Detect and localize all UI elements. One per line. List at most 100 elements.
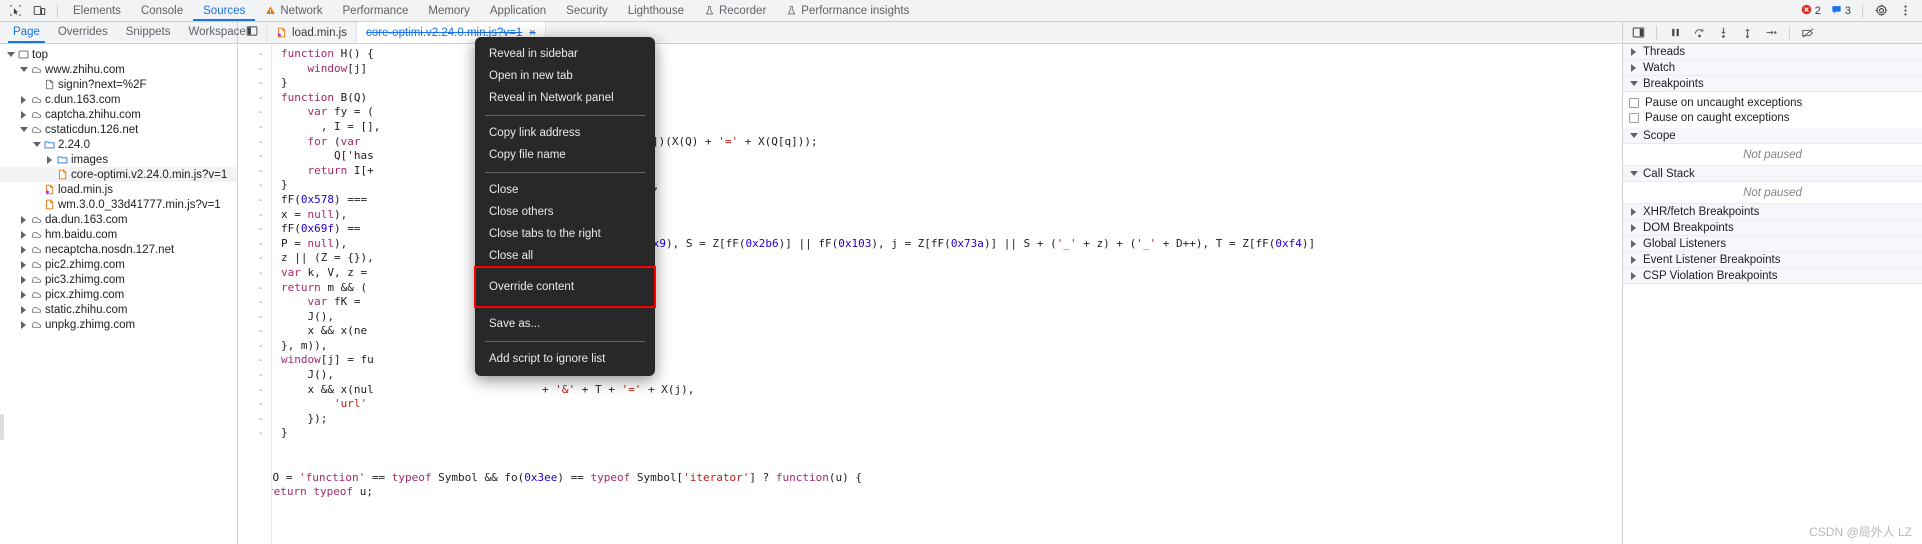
tree-item-pic3-zhimg-com[interactable]: pic3.zhimg.com <box>0 272 237 287</box>
chevron-right-icon[interactable] <box>19 305 28 314</box>
debugger-section-threads[interactable]: Threads <box>1623 44 1922 60</box>
navigator-tab-workspace[interactable]: Workspace <box>179 22 254 43</box>
debugger-section-scope[interactable]: Scope <box>1623 128 1922 144</box>
chevron-right-icon[interactable] <box>19 320 28 329</box>
tree-item-top[interactable]: top <box>0 47 237 62</box>
inspect-element-icon[interactable] <box>4 1 26 21</box>
chevron-right-icon[interactable] <box>19 275 28 284</box>
main-tab-console[interactable]: Console <box>131 0 193 21</box>
chevron-right-icon[interactable] <box>19 290 28 299</box>
gutter-line-marker[interactable]: - <box>238 324 271 339</box>
context-menu-item-copy-file-name[interactable]: Copy file name <box>475 144 655 166</box>
debugger-section-watch[interactable]: Watch <box>1623 60 1922 76</box>
gutter-line-marker[interactable]: - <box>238 397 271 412</box>
chevron-right-icon[interactable] <box>19 110 28 119</box>
main-tab-security[interactable]: Security <box>556 0 618 21</box>
chevron-down-icon[interactable] <box>19 125 28 134</box>
main-tab-sources[interactable]: Sources <box>193 0 256 21</box>
chevron-right-icon[interactable] <box>1629 47 1638 56</box>
tree-item-picx-zhimg-com[interactable]: picx.zhimg.com <box>0 287 237 302</box>
navigator-tab-overrides[interactable]: Overrides <box>49 22 117 43</box>
chevron-down-icon[interactable] <box>1629 131 1638 140</box>
tree-item-load-min-js[interactable]: load.min.js <box>0 182 237 197</box>
gutter-line-marker[interactable]: - <box>238 105 271 120</box>
context-menu-item-add-script-to-ignore-list[interactable]: Add script to ignore list <box>475 348 655 370</box>
gutter-line-marker[interactable]: - <box>238 412 271 427</box>
chevron-right-icon[interactable] <box>19 215 28 224</box>
navigator-tab-page[interactable]: Page <box>4 22 49 43</box>
debugger-section-breakpoints[interactable]: Breakpoints <box>1623 76 1922 92</box>
chevron-right-icon[interactable] <box>1629 207 1638 216</box>
tree-item-necaptcha-nosdn-127-net[interactable]: necaptcha.nosdn.127.net <box>0 242 237 257</box>
tree-item-captcha-zhihu-com[interactable]: captcha.zhihu.com <box>0 107 237 122</box>
tree-item-hm-baidu-com[interactable]: hm.baidu.com <box>0 227 237 242</box>
tree-item-2-24-0[interactable]: 2.24.0 <box>0 137 237 152</box>
chevron-right-icon[interactable] <box>19 95 28 104</box>
main-tab-recorder[interactable]: Recorder <box>694 0 776 21</box>
gutter-line-marker[interactable]: - <box>238 426 271 441</box>
gutter-line-marker[interactable]: - <box>238 120 271 135</box>
tree-item-unpkg-zhimg-com[interactable]: unpkg.zhimg.com <box>0 317 237 332</box>
main-tab-application[interactable]: Application <box>480 0 556 21</box>
gutter-line-marker[interactable]: - <box>238 295 271 310</box>
context-menu-item-copy-link-address[interactable]: Copy link address <box>475 122 655 144</box>
navigator-tab-snippets[interactable]: Snippets <box>117 22 180 43</box>
chevron-down-icon[interactable] <box>6 50 15 59</box>
debugger-section-dom-breakpoints[interactable]: DOM Breakpoints <box>1623 220 1922 236</box>
main-tab-performance[interactable]: Performance <box>333 0 419 21</box>
debugger-section-call-stack[interactable]: Call Stack <box>1623 166 1922 182</box>
chevron-right-icon[interactable] <box>45 155 54 164</box>
chevron-right-icon[interactable] <box>1629 63 1638 72</box>
scroll-nub[interactable] <box>0 414 4 440</box>
checkbox-row-0[interactable]: Pause on uncaught exceptions <box>1623 95 1922 110</box>
tree-item-da-dun-163-com[interactable]: da.dun.163.com <box>0 212 237 227</box>
tree-item-pic2-zhimg-com[interactable]: pic2.zhimg.com <box>0 257 237 272</box>
gutter-line-marker[interactable]: - <box>238 164 271 179</box>
gutter-line-marker[interactable]: - <box>238 47 271 62</box>
editor-tab-context-menu[interactable]: Reveal in sidebar Open in new tab Reveal i… <box>474 37 656 376</box>
main-tab-lighthouse[interactable]: Lighthouse <box>618 0 694 21</box>
context-menu-item-override-content[interactable]: Override content <box>474 266 656 308</box>
checkbox-icon[interactable] <box>1629 112 1639 123</box>
chevron-right-icon[interactable] <box>1629 239 1638 248</box>
tree-item-cstaticdun-126-net[interactable]: cstaticdun.126.net <box>0 122 237 137</box>
gutter-line-marker[interactable]: - <box>238 368 271 383</box>
editor-tab-inactive-0[interactable]: load.min.js <box>267 22 357 43</box>
tree-item-wm-3-0-0-33d41777-min-js-v-1[interactable]: wm.3.0.0_33d41777.min.js?v=1 <box>0 197 237 212</box>
debugger-section-global-listeners[interactable]: Global Listeners <box>1623 236 1922 252</box>
gutter-line-marker[interactable]: - <box>238 237 271 252</box>
show-debugger-sidebar-icon[interactable] <box>1627 23 1649 43</box>
main-tab-performance-insights[interactable]: Performance insights <box>776 0 919 21</box>
deactivate-breakpoints-icon[interactable] <box>1797 23 1819 43</box>
tree-item-static-zhihu-com[interactable]: static.zhihu.com <box>0 302 237 317</box>
chevron-down-icon[interactable] <box>1629 79 1638 88</box>
gutter-line-marker[interactable]: - <box>238 339 271 354</box>
navigator-file-tree[interactable]: top www.zhihu.com signin?next=%2F c.dun.163… <box>0 44 238 544</box>
chevron-right-icon[interactable] <box>19 245 28 254</box>
tree-item-c-dun-163-com[interactable]: c.dun.163.com <box>0 92 237 107</box>
context-menu-item-reveal-in-sidebar[interactable]: Reveal in sidebar <box>475 43 655 65</box>
tree-item-images[interactable]: images <box>0 152 237 167</box>
debugger-section-xhr-fetch-breakpoints[interactable]: XHR/fetch Breakpoints <box>1623 204 1922 220</box>
gutter-line-marker[interactable]: - <box>238 353 271 368</box>
tree-item-signin-next-2f[interactable]: signin?next=%2F <box>0 77 237 92</box>
tree-item-core-optimi-v2-24-0-min-js-v-1[interactable]: core-optimi.v2.24.0.min.js?v=1 <box>0 167 237 182</box>
gutter-line-marker[interactable]: - <box>238 266 271 281</box>
chevron-right-icon[interactable] <box>19 260 28 269</box>
gutter-line-marker[interactable]: - <box>238 251 271 266</box>
gutter-line-marker[interactable]: - <box>238 281 271 296</box>
step-out-icon[interactable] <box>1736 23 1758 43</box>
gutter-line-marker[interactable]: - <box>238 62 271 77</box>
gutter-line-marker[interactable]: - <box>238 383 271 398</box>
gutter-line-marker[interactable]: - <box>238 310 271 325</box>
tree-item-www-zhihu-com[interactable]: www.zhihu.com <box>0 62 237 77</box>
more-vertical-icon[interactable] <box>1894 1 1916 21</box>
chevron-down-icon[interactable] <box>32 140 41 149</box>
device-toolbar-icon[interactable] <box>28 1 50 21</box>
gutter-line-marker[interactable]: - <box>238 76 271 91</box>
checkbox-row-1[interactable]: Pause on caught exceptions <box>1623 110 1922 125</box>
gutter-line-marker[interactable]: - <box>238 193 271 208</box>
message-count-badge[interactable]: 3 <box>1827 4 1855 18</box>
chevron-right-icon[interactable] <box>1629 255 1638 264</box>
context-menu-item-open-in-new-tab[interactable]: Open in new tab <box>475 65 655 87</box>
